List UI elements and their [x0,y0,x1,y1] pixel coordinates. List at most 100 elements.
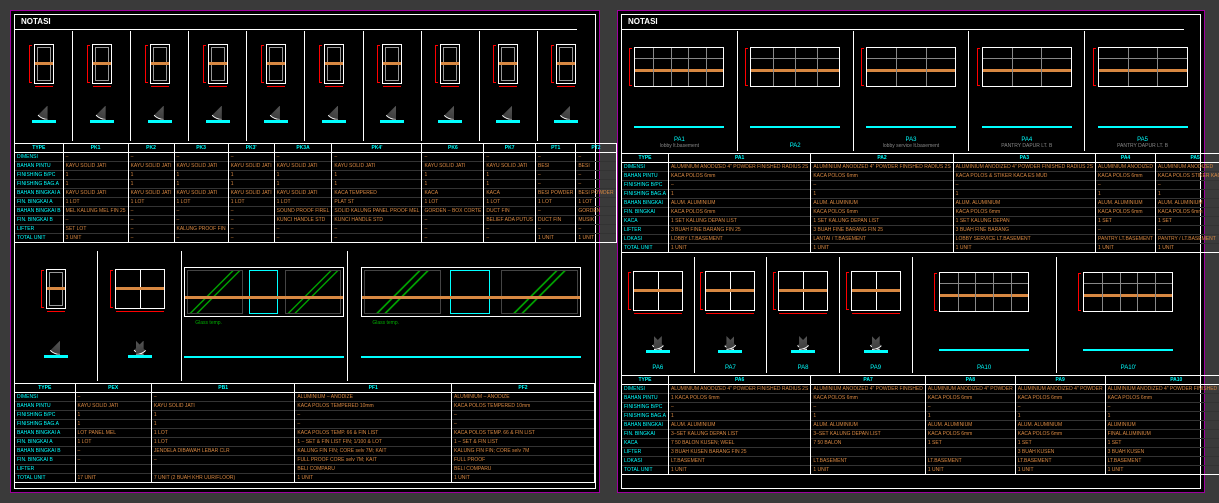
door-elev-PK4' [324,44,344,84]
door-elev-PEX [46,269,66,309]
cell-5-1: 1 LOT [151,438,295,447]
sheet2-bottom-schedule: TYPEPA6PA7PA8PA9PA10PA10'DIMENSIALUMINIU… [622,375,1200,487]
cell-2-4: – [1105,403,1219,412]
cell-7-8: DUCT FIN [536,216,576,225]
cell-6-1: 1 SET KALUNG DEPAN LIST [811,217,953,226]
cell-2-0: – [668,181,810,190]
door-cell-PA7: PA7 [695,257,768,373]
col-header-PA3: PA3 [953,154,1095,163]
cell-7-0: – [63,216,128,225]
door-elev-PA8 [778,271,828,311]
cell-1-0: 1 KACA POLOS 6mm [668,394,810,403]
caption-PA6: PA6 [622,365,694,371]
cell-5-0: KACA POLOS 6mm [668,208,810,217]
cell-7-3: 3 BUAH KUSEN [1015,448,1105,457]
cell-4-9: BESI POWDER [576,189,616,198]
cell-9-2: 1 UNIT [925,466,1015,475]
cell-7-7: BELIEF ADA PUTUS [484,216,536,225]
row-label-6: BAHAN BINGKAI B [15,207,63,216]
cell-1-2: KACA POLOS 6mm [925,394,1015,403]
cell-8-4: LT.BASEMENT [1105,457,1219,466]
storefront-plan-PA10' [1083,342,1173,358]
cell-7-0: 3 BUAH FINE BARANG FIN 25 [668,226,810,235]
cell-5-2: KACA POLOS 6mm [925,430,1015,439]
cell-5-1: KACA POLOS 6mm [811,208,953,217]
cell-9-1: – [128,234,174,243]
cell-4-0: LOT PANEL MEL [75,429,151,438]
cell-0-1: ALUMINIUM ANODIZED 4" POWDER FINISHED RA… [811,163,953,172]
door-plan-PA9 [864,339,888,359]
cell-1-5: KAYU SOLID JATI [332,162,422,171]
row-label-0: DIMENSI [15,153,63,162]
cell-0-4: – [274,153,332,162]
cell-9-0: 1 UNIT [668,466,810,475]
cell-6-8: – [536,207,576,216]
cell-3-1: 1 [128,180,174,189]
cell-3-8: – [536,180,576,189]
cell-3-7: 1 [484,180,536,189]
cell-8-2: LOBBY SERVICE LT.BASEMENT [953,235,1095,244]
storefront-elev-PA10 [939,272,1029,312]
cell-9-3: 1 UNIT [452,474,595,483]
storefront-elev-PA1 [634,47,724,87]
cell-3-2: 1 [174,180,228,189]
glazed-cell-PF1: Glass temp. [182,251,348,381]
cell-5-7: 1 LOT [484,198,536,207]
door-cell-PK4' [305,31,363,141]
material-note-PF2: Glass temp. [372,320,399,326]
storefront-caption-PA2: PA2 [738,143,853,149]
cell-6-0: 7 50 BALON KUSEN; WEEL [668,439,810,448]
col-header-PA4: PA4 [1096,154,1156,163]
cell-5-3: 1 – SET & FIN LIST [452,438,595,447]
door-elev-PK3' [208,44,228,84]
col-header-PK3A: PK3A [274,144,332,153]
cell-4-1: ALUM. ALUMINIUM [811,199,953,208]
row-label-5: FIN. BINGKAI A [15,438,75,447]
cell-5-1: 3–SET KALUNG DEPAN LIST [811,430,926,439]
cell-6-9: GORDEN [576,207,616,216]
door-cell-PK2 [73,31,131,141]
cell-0-2: ALUMINIUM ANODIZED 4" POWDER FINISHED RA… [953,163,1095,172]
cell-7-0: – [75,456,151,465]
cell-4-5: KACA TEMPERED [332,189,422,198]
cell-8-2: KALUNG PROOF FIN [174,225,228,234]
door-plan-PK6 [380,109,404,129]
cell-2-1: – [811,403,926,412]
col-header-PA10: PA10 [1105,376,1219,385]
cell-1-2: KACA POLOS & STIKER KACA ES MUD [953,172,1095,181]
door-plan-PK7 [438,109,462,129]
row-label-5: FIN. BINGKAI [622,208,668,217]
cell-4-1: KAYU SOLID JATI [128,189,174,198]
cell-4-8: BESI POWDER [536,189,576,198]
cell-1-0: KACA POLOS 6mm [668,172,810,181]
col-header-PK2: PK2 [128,144,174,153]
row-label-5: FIN. BINGKAI A [15,198,63,207]
cell-0-3: ALUMINIUM ANODIZED [1096,163,1156,172]
door-plan-PK4' [322,109,346,129]
cell-0-1: – [151,393,295,402]
row-label-7: LIFTER [622,226,668,235]
cell-3-2: 1 [953,190,1095,199]
cell-6-2: KALUNG FIN FIN; CORE selv 7M; KAIT [295,447,452,456]
cell-9-7: – [484,234,536,243]
storefront-elev-PA4 [982,47,1072,87]
cell-5-4: KACA POLOS 6mm [1156,208,1219,217]
cell-6-1: – [128,207,174,216]
cell-9-3: 1 UNIT [1015,466,1105,475]
cell-3-0: 1 [668,412,810,421]
cell-9-1: 1 UNIT [811,244,953,253]
cell-5-0: 1 LOT [63,198,128,207]
col-header-PK7: PK7 [484,144,536,153]
door-cell-PK1 [15,31,73,141]
cell-7-1: 3 BUAH FINE BARANG FIN 25 [811,226,953,235]
cell-4-3: ALUM. ALUMINIUM [1015,421,1105,430]
cell-6-0: 1 SET KALUNG DEPAN LIST [668,217,810,226]
door-elev-PA7 [705,271,755,311]
cell-6-3: – [228,207,274,216]
cell-1-1: KACA POLOS 6mm [811,172,953,181]
row-label-3: FINISHING BAG.A [622,412,668,421]
row-label-0: DIMENSI [622,385,668,394]
cell-2-2: – [953,181,1095,190]
door-cell-PT1 [480,31,538,141]
col-header-PK3: PK3 [174,144,228,153]
